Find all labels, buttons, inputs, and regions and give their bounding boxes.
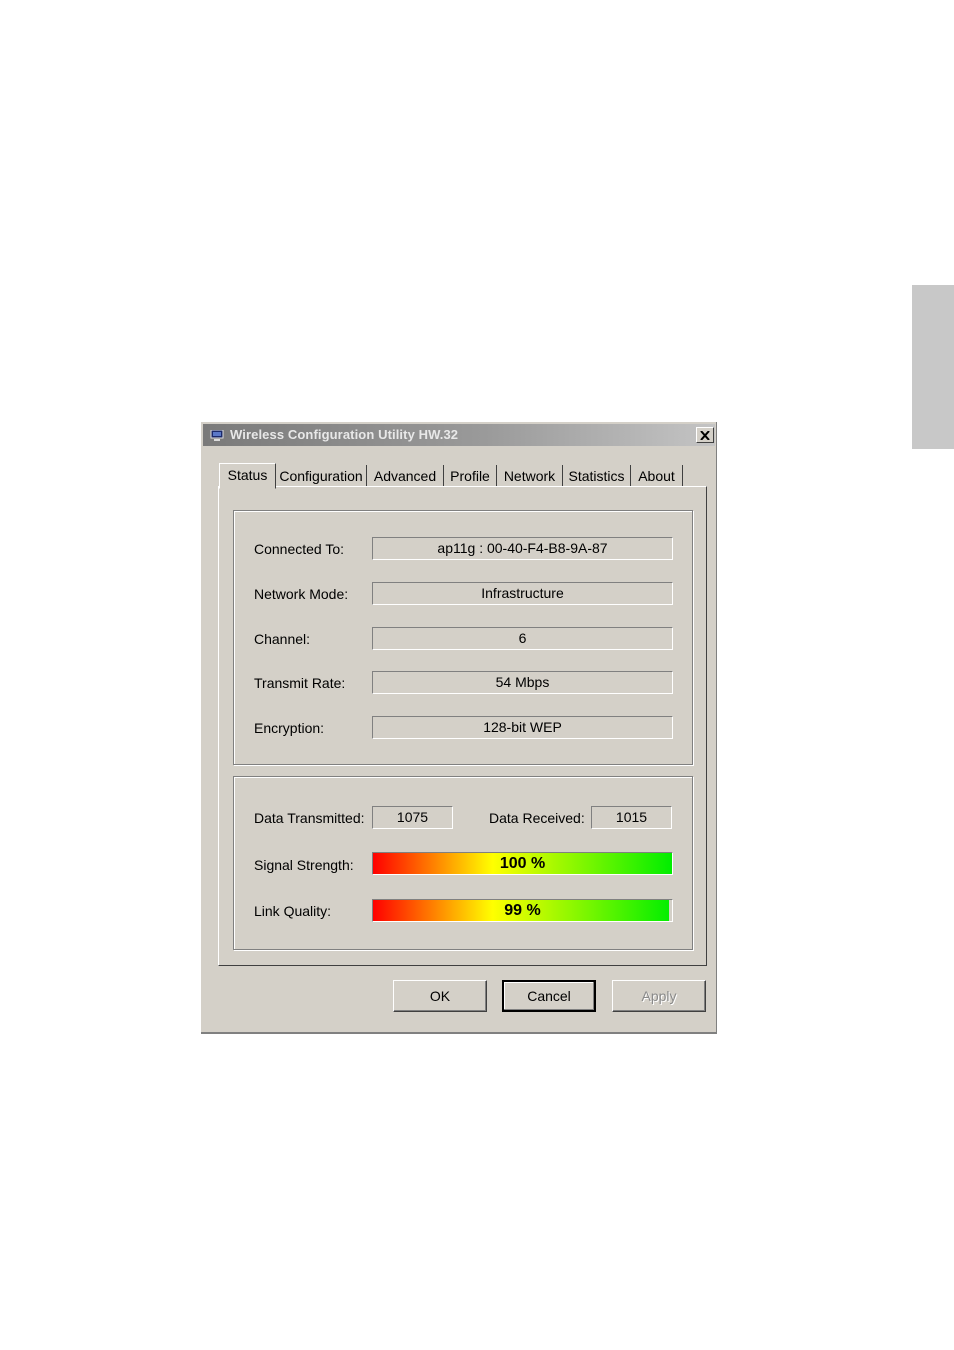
- signal-strength-text: 100 %: [499, 855, 546, 872]
- signal-group: Data Transmitted: 1075 Data Received: 10…: [233, 776, 693, 950]
- channel-value: 6: [372, 627, 673, 650]
- close-icon: [700, 430, 710, 440]
- tab-status[interactable]: Status: [219, 463, 276, 489]
- data-transmitted-value: 1075: [372, 806, 453, 829]
- tab-network[interactable]: Network: [497, 465, 563, 487]
- connected-to-label: Connected To:: [254, 541, 345, 557]
- connection-group: Connected To: ap11g : 00-40-F4-B8-9A-87 …: [233, 510, 693, 765]
- tab-configuration[interactable]: Configuration: [276, 465, 367, 487]
- status-panel: Connected To: ap11g : 00-40-F4-B8-9A-87 …: [218, 486, 707, 966]
- wireless-config-window: Wireless Configuration Utility HW.32 Sta…: [201, 422, 717, 1034]
- network-mode-label: Network Mode:: [254, 586, 349, 602]
- signal-strength-bar: 100 %: [372, 852, 673, 875]
- link-quality-text: 99 %: [504, 902, 541, 919]
- link-quality-bar: 99 %: [372, 899, 673, 922]
- cancel-button[interactable]: Cancel: [502, 980, 596, 1012]
- tab-about[interactable]: About: [631, 465, 683, 487]
- encryption-label: Encryption:: [254, 720, 325, 736]
- encryption-value: 128-bit WEP: [372, 716, 673, 739]
- tab-statistics[interactable]: Statistics: [563, 465, 631, 487]
- data-received-label: Data Received:: [489, 810, 585, 826]
- window-title: Wireless Configuration Utility HW.32: [230, 427, 459, 442]
- side-thumb-tab: [912, 285, 954, 449]
- network-mode-value: Infrastructure: [372, 582, 673, 605]
- apply-button[interactable]: Apply: [612, 980, 706, 1012]
- link-quality-label: Link Quality:: [254, 903, 332, 919]
- network-adapter-icon: [210, 430, 224, 441]
- ok-button[interactable]: OK: [393, 980, 487, 1012]
- tab-advanced[interactable]: Advanced: [367, 465, 444, 487]
- data-received-value: 1015: [591, 806, 672, 829]
- transmit-rate-value: 54 Mbps: [372, 671, 673, 694]
- title-bar[interactable]: Wireless Configuration Utility HW.32: [203, 424, 715, 446]
- channel-label: Channel:: [254, 631, 311, 647]
- close-button[interactable]: [696, 427, 714, 443]
- transmit-rate-label: Transmit Rate:: [254, 675, 346, 691]
- signal-strength-label: Signal Strength:: [254, 857, 354, 873]
- data-transmitted-label: Data Transmitted:: [254, 810, 365, 826]
- tab-profile[interactable]: Profile: [444, 465, 497, 487]
- connected-to-value: ap11g : 00-40-F4-B8-9A-87: [372, 537, 673, 560]
